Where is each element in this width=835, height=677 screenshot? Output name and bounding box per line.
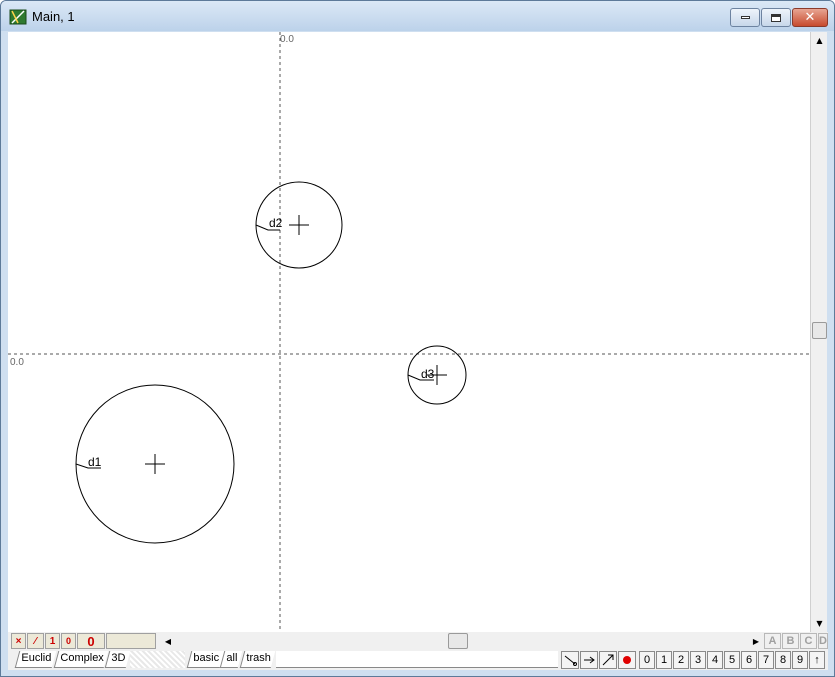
number-button-9[interactable]: 9 bbox=[792, 651, 808, 669]
scroll-right-icon[interactable]: ▶ bbox=[748, 632, 764, 650]
horizontal-scrollbar[interactable]: ◀ ▶ bbox=[160, 632, 764, 650]
label-d2: d2 bbox=[269, 216, 283, 230]
x-axis-origin-label: 0.0 bbox=[10, 357, 24, 368]
label-d3: d3 bbox=[421, 367, 435, 381]
number-button-6[interactable]: 6 bbox=[741, 651, 757, 669]
tab-3d-label: 3D bbox=[111, 652, 126, 664]
horizontal-scroll-thumb[interactable] bbox=[448, 633, 468, 649]
scroll-left-icon[interactable]: ◀ bbox=[160, 632, 176, 650]
drawing-canvas[interactable]: 0.0 0.0 d1 d2 d3 bbox=[8, 32, 810, 632]
tab-euclid[interactable]: Euclid bbox=[14, 651, 57, 668]
number-button-0[interactable]: 0 bbox=[639, 651, 655, 669]
tab-complex[interactable]: Complex bbox=[53, 651, 109, 668]
segment-tool-icon bbox=[564, 655, 577, 666]
tab-complex-label: Complex bbox=[60, 652, 104, 664]
line-button[interactable]: ⁄ bbox=[27, 633, 44, 649]
scroll-down-icon[interactable]: ▼ bbox=[811, 615, 828, 632]
number-button-2[interactable]: 2 bbox=[673, 651, 689, 669]
tab-strip-empty bbox=[276, 651, 558, 668]
minimize-button[interactable] bbox=[730, 8, 760, 27]
tab-strip-filler bbox=[130, 651, 185, 668]
tab-trash[interactable]: trash bbox=[239, 651, 276, 668]
letter-button-c[interactable]: C bbox=[800, 633, 817, 649]
vertical-scrollbar[interactable]: ▲ ▼ bbox=[810, 32, 827, 632]
up-arrow-button[interactable]: ↑ bbox=[809, 651, 825, 669]
close-icon: ✕ bbox=[804, 10, 816, 25]
tab-toolbar: Euclid Complex 3D basic all trash 0 1 2 … bbox=[8, 650, 828, 670]
tab-euclid-label: Euclid bbox=[21, 652, 52, 664]
window-title: Main, 1 bbox=[32, 9, 75, 24]
counter-display: 0 bbox=[77, 633, 105, 649]
close-button[interactable]: ✕ bbox=[792, 8, 828, 27]
letter-button-a[interactable]: A bbox=[764, 633, 781, 649]
letter-button-d[interactable]: D bbox=[818, 633, 828, 649]
vector-tool-button[interactable] bbox=[599, 651, 617, 669]
tab-3d[interactable]: 3D bbox=[104, 651, 131, 668]
number-button-8[interactable]: 8 bbox=[775, 651, 791, 669]
number-button-4[interactable]: 4 bbox=[707, 651, 723, 669]
tab-trash-label: trash bbox=[246, 652, 271, 664]
geometry-drawing bbox=[8, 32, 810, 632]
title-bar[interactable]: Main, 1 ✕ bbox=[1, 1, 834, 31]
diagonal-arrow-icon bbox=[602, 654, 614, 666]
one-button[interactable]: 1 bbox=[45, 633, 60, 649]
app-window: Main, 1 ✕ 0.0 0.0 d1 d2 d3 ▲ ▼ × ⁄ 1 0 0… bbox=[0, 0, 835, 677]
number-button-5[interactable]: 5 bbox=[724, 651, 740, 669]
number-button-1[interactable]: 1 bbox=[656, 651, 672, 669]
number-button-7[interactable]: 7 bbox=[758, 651, 774, 669]
arrow-tool-button[interactable] bbox=[580, 651, 598, 669]
record-button[interactable] bbox=[618, 651, 636, 669]
y-axis-origin-label: 0.0 bbox=[280, 34, 294, 45]
tab-basic[interactable]: basic bbox=[186, 651, 224, 668]
scroll-up-icon[interactable]: ▲ bbox=[811, 32, 828, 49]
tab-all[interactable]: all bbox=[219, 651, 243, 668]
arrow-right-icon bbox=[584, 656, 595, 664]
record-dot-icon bbox=[623, 656, 631, 664]
letter-button-b[interactable]: B bbox=[782, 633, 799, 649]
label-d1: d1 bbox=[88, 455, 102, 469]
delete-button[interactable]: × bbox=[11, 633, 26, 649]
maximize-icon bbox=[771, 13, 781, 22]
number-button-3[interactable]: 3 bbox=[690, 651, 706, 669]
status-field bbox=[106, 633, 156, 649]
status-toolbar: × ⁄ 1 0 0 ◀ ▶ A B C D bbox=[8, 632, 828, 650]
segment-tool-button[interactable] bbox=[561, 651, 579, 669]
app-icon bbox=[9, 9, 27, 25]
minimize-icon bbox=[740, 16, 750, 19]
tab-basic-label: basic bbox=[193, 652, 220, 664]
zero-button[interactable]: 0 bbox=[61, 633, 76, 649]
vertical-scroll-thumb[interactable] bbox=[812, 322, 827, 339]
maximize-button[interactable] bbox=[761, 8, 791, 27]
tab-all-label: all bbox=[226, 652, 238, 664]
